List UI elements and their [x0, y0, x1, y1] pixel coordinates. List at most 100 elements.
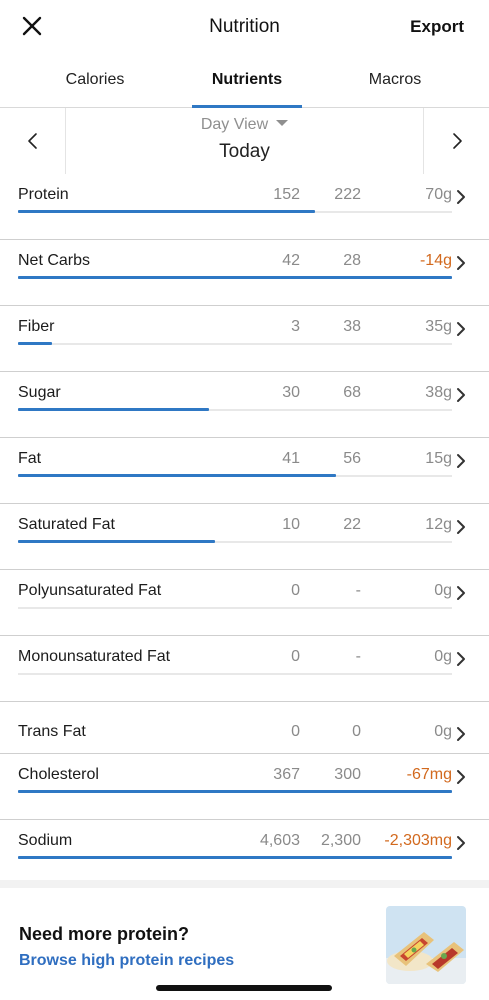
nutrient-list: Protein 152 222 70g Net Carbs 42 28 -14g Fiber 3 3…	[0, 174, 489, 886]
progress-fill	[18, 856, 452, 859]
progress-fill	[18, 474, 336, 477]
nutrient-total: 42	[282, 252, 300, 269]
nutrient-remaining: 0g	[434, 582, 452, 599]
nutrient-total: 0	[291, 582, 300, 599]
progress-track	[18, 790, 452, 793]
nutrient-total: 4,603	[259, 832, 300, 849]
date-navigator: Day View Today	[0, 108, 489, 174]
nutrient-goal: 0	[352, 723, 361, 740]
chevron-right-icon	[457, 652, 465, 666]
caret-down-icon	[276, 119, 289, 126]
nutrient-name: Cholesterol	[18, 766, 99, 783]
nutrient-row[interactable]: Trans Fat 0 0 0g	[0, 702, 489, 754]
progress-track	[18, 210, 452, 213]
chevron-left-icon	[28, 133, 37, 149]
nutrient-goal: 222	[334, 186, 361, 203]
nutrient-remaining: 35g	[425, 318, 452, 335]
nutrient-total: 41	[282, 450, 300, 467]
nutrient-goal: 38	[343, 318, 361, 335]
progress-track	[18, 540, 452, 543]
progress-track	[18, 408, 452, 411]
export-button[interactable]: Export	[410, 17, 464, 37]
chevron-right-icon	[457, 770, 465, 784]
nutrient-remaining: 0g	[434, 648, 452, 665]
chevron-right-icon	[457, 586, 465, 600]
chevron-right-icon	[453, 133, 462, 149]
nutrient-goal: 28	[343, 252, 361, 269]
nutrient-goal: -	[355, 582, 361, 599]
nutrient-goal: 2,300	[320, 832, 361, 849]
progress-fill	[18, 210, 316, 213]
nutrient-total: 10	[282, 516, 300, 533]
progress-fill	[18, 408, 210, 411]
nutrient-remaining: -14g	[419, 252, 452, 269]
progress-track	[18, 474, 452, 477]
nutrient-row[interactable]: Cholesterol 367 300 -67mg	[0, 754, 489, 820]
progress-fill	[18, 540, 216, 543]
nutrient-remaining: 38g	[425, 384, 452, 401]
chevron-right-icon	[457, 727, 465, 741]
nutrient-row[interactable]: Fat 41 56 15g	[0, 438, 489, 504]
nutrient-row[interactable]: Polyunsaturated Fat 0 - 0g	[0, 570, 489, 636]
progress-track	[18, 342, 452, 345]
nutrient-remaining: -2,303mg	[384, 832, 452, 849]
nutrient-row[interactable]: Fiber 3 38 35g	[0, 306, 489, 372]
view-selector[interactable]: Day View	[150, 116, 339, 134]
nutrient-name: Net Carbs	[18, 252, 91, 269]
food-photo-icon	[386, 906, 466, 984]
nutrient-goal: 56	[343, 450, 361, 467]
progress-track	[18, 673, 452, 675]
tab-macros[interactable]: Macros	[320, 54, 470, 108]
tab-calories[interactable]: Calories	[20, 54, 170, 108]
previous-day-button[interactable]	[0, 108, 66, 174]
nutrient-name: Polyunsaturated Fat	[18, 582, 162, 599]
home-indicator	[156, 985, 332, 991]
nutrient-name: Monounsaturated Fat	[18, 648, 171, 665]
view-selector-label: Day View	[200, 116, 269, 133]
nutrient-remaining: 12g	[425, 516, 452, 533]
chevron-right-icon	[457, 322, 465, 336]
nutrient-total: 367	[273, 766, 300, 783]
chevron-right-icon	[457, 388, 465, 402]
nutrient-goal: 68	[343, 384, 361, 401]
progress-fill	[18, 276, 452, 279]
nutrient-remaining: 0g	[434, 723, 452, 740]
nutrient-row[interactable]: Monounsaturated Fat 0 - 0g	[0, 636, 489, 702]
progress-track	[18, 607, 452, 609]
next-day-button[interactable]	[423, 108, 489, 174]
nutrient-row[interactable]: Sodium 4,603 2,300 -2,303mg	[0, 820, 489, 886]
nutrient-total: 152	[273, 186, 300, 203]
nutrient-row[interactable]: Net Carbs 42 28 -14g	[0, 240, 489, 306]
nutrient-name: Trans Fat	[18, 723, 86, 740]
top-bar: Nutrition Export	[0, 0, 489, 54]
nutrient-remaining: 70g	[425, 186, 452, 203]
nutrient-name: Protein	[18, 186, 69, 203]
chevron-right-icon	[457, 836, 465, 850]
nutrient-total: 3	[291, 318, 300, 335]
nutrient-total: 0	[291, 723, 300, 740]
nutrient-row[interactable]: Protein 152 222 70g	[0, 174, 489, 240]
nutrient-row[interactable]: Saturated Fat 10 22 12g	[0, 504, 489, 570]
tab-bar: Calories Nutrients Macros	[0, 54, 489, 108]
browse-recipes-link[interactable]: Browse high protein recipes	[19, 952, 234, 970]
wrap-food-image[interactable]	[386, 906, 466, 984]
nutrient-remaining: -67mg	[406, 766, 452, 783]
progress-fill	[18, 790, 452, 793]
nutrient-name: Saturated Fat	[18, 516, 115, 533]
nutrient-name: Fiber	[18, 318, 55, 335]
nutrient-goal: 300	[334, 766, 361, 783]
nutrient-goal: 22	[343, 516, 361, 533]
nutrient-row[interactable]: Sugar 30 68 38g	[0, 372, 489, 438]
chevron-right-icon	[457, 190, 465, 204]
nutrient-name: Fat	[18, 450, 42, 467]
progress-track	[18, 856, 452, 859]
nutrient-total: 0	[291, 648, 300, 665]
chevron-right-icon	[457, 256, 465, 270]
progress-fill	[18, 342, 53, 345]
tab-nutrients[interactable]: Nutrients	[192, 54, 302, 108]
progress-track	[18, 276, 452, 279]
chevron-right-icon	[457, 520, 465, 534]
nutrient-remaining: 15g	[425, 450, 452, 467]
nutrient-goal: -	[355, 648, 361, 665]
nutrient-name: Sodium	[18, 832, 73, 849]
